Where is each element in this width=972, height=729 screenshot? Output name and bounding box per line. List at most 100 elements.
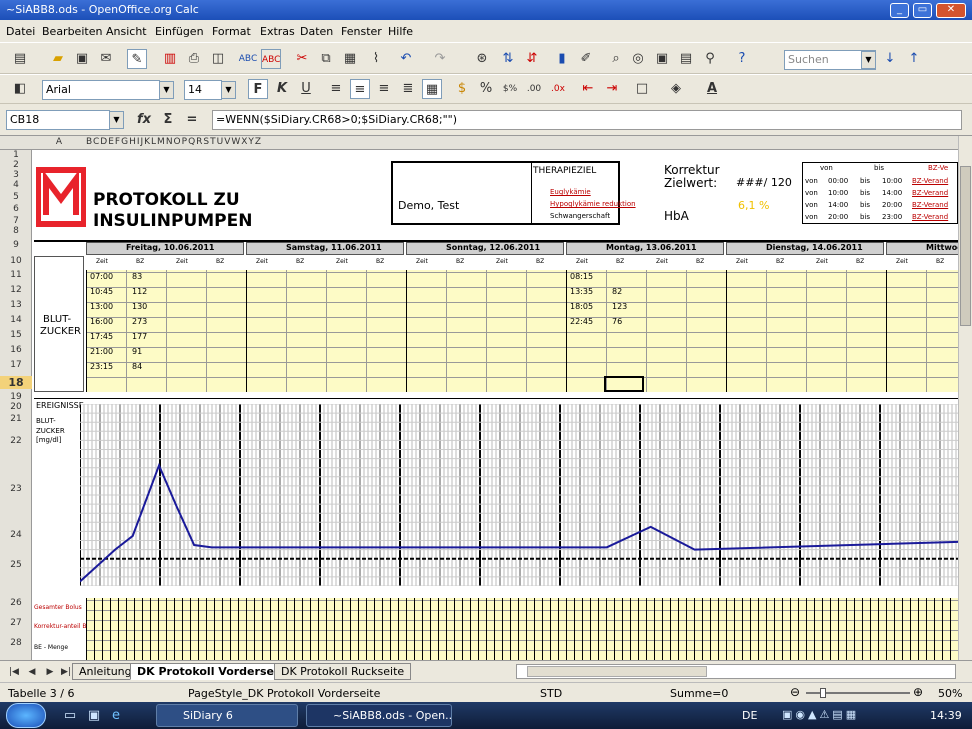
- navigator-icon[interactable]: ◎: [628, 49, 648, 69]
- reading-time[interactable]: 13:00: [90, 302, 113, 311]
- row-number[interactable]: 7: [0, 216, 32, 226]
- reading-time[interactable]: 16:00: [90, 317, 113, 326]
- new-document-icon[interactable]: ▤: [10, 49, 30, 69]
- save-icon[interactable]: ▣: [72, 49, 92, 69]
- day-header-label[interactable]: Mittwoch: [926, 243, 958, 252]
- bz-column[interactable]: [326, 270, 366, 392]
- menu-extras[interactable]: Extras: [260, 25, 295, 38]
- bold-button[interactable]: F: [248, 79, 268, 99]
- zoom-level[interactable]: 50%: [938, 687, 962, 700]
- time-range-from[interactable]: 14:00: [828, 201, 848, 209]
- function-icon[interactable]: =: [182, 110, 202, 130]
- menu-bearbeiten[interactable]: Bearbeiten: [42, 25, 102, 38]
- vertical-scroll-thumb[interactable]: [960, 166, 971, 326]
- reading-value[interactable]: 84: [132, 362, 142, 371]
- bolus-grid[interactable]: [86, 598, 958, 660]
- reading-time[interactable]: 13:35: [570, 287, 593, 296]
- row-number[interactable]: 28: [0, 638, 32, 648]
- help-icon[interactable]: ?: [732, 49, 752, 69]
- reading-value[interactable]: 91: [132, 347, 142, 356]
- reading-time[interactable]: 10:45: [90, 287, 113, 296]
- prev-sheet-icon[interactable]: ◀: [22, 662, 42, 682]
- delete-decimal-icon[interactable]: .0x: [548, 79, 568, 99]
- status-page-style[interactable]: PageStyle_DK Protokoll Vorderseite: [188, 687, 380, 700]
- reading-value[interactable]: 83: [132, 272, 142, 281]
- find-next-icon[interactable]: ↓: [880, 49, 900, 69]
- zoom-slider-handle[interactable]: [820, 688, 826, 698]
- first-sheet-icon[interactable]: |◀: [4, 662, 24, 682]
- row-number[interactable]: 19: [0, 392, 32, 402]
- copy-icon[interactable]: ⧉: [316, 49, 336, 69]
- italic-button[interactable]: K: [272, 79, 292, 99]
- reading-time[interactable]: 21:00: [90, 347, 113, 356]
- menu-fenster[interactable]: Fenster: [341, 25, 382, 38]
- reading-time[interactable]: 18:05: [570, 302, 593, 311]
- vertical-scrollbar[interactable]: [958, 136, 972, 660]
- tray-icons[interactable]: ▣◉▲⚠▤▦: [782, 708, 859, 721]
- hba-value[interactable]: 6,1 %: [738, 199, 769, 212]
- row-number[interactable]: 23: [0, 484, 32, 494]
- time-range-link[interactable]: BZ-Verand: [912, 189, 948, 197]
- bz-column[interactable]: [846, 270, 886, 392]
- email-icon[interactable]: ✉: [96, 49, 116, 69]
- menu-ansicht[interactable]: Ansicht: [106, 25, 147, 38]
- bz-column[interactable]: [646, 270, 686, 392]
- internet-explorer-icon[interactable]: e: [106, 706, 126, 726]
- row-number[interactable]: 20: [0, 402, 32, 412]
- horizontal-scrollbar[interactable]: [516, 664, 956, 679]
- therapy-item-3[interactable]: Schwangerschaft: [550, 212, 610, 220]
- bz-column[interactable]: [686, 270, 726, 392]
- zoom-out-icon[interactable]: ⊖: [790, 685, 800, 699]
- draw-functions-icon[interactable]: ✐: [576, 49, 596, 69]
- time-range-from[interactable]: 10:00: [828, 189, 848, 197]
- spreadsheet-grid[interactable]: A BCDEFGHIJKLMNOPQRSTUVWXYZ 1 2 3 4 5 6 7 8 9 10 1…: [0, 136, 958, 660]
- taskbar-sidiary[interactable]: SiDiary 6: [156, 704, 298, 727]
- undo-icon[interactable]: ↶: [396, 49, 416, 69]
- bz-column[interactable]: [446, 270, 486, 392]
- tab-dk-protokoll-vorderseite[interactable]: DK Protokoll Vorderseite: [130, 663, 298, 680]
- row-number[interactable]: 6: [0, 204, 32, 214]
- row-number[interactable]: 22: [0, 436, 32, 446]
- taskbar-calc[interactable]: ~SiABB8.ods - Open...: [306, 704, 452, 727]
- row-number[interactable]: 1: [0, 150, 32, 160]
- time-range-from[interactable]: 00:00: [828, 177, 848, 185]
- add-decimal-icon[interactable]: .00: [524, 79, 544, 99]
- row-number[interactable]: 18: [0, 376, 32, 389]
- background-color-icon[interactable]: ◈: [666, 79, 686, 99]
- bz-column[interactable]: [246, 270, 286, 392]
- minimize-button[interactable]: _: [890, 3, 909, 18]
- selected-cell[interactable]: [604, 376, 644, 392]
- merge-cells-icon[interactable]: ▦: [422, 79, 442, 99]
- row-number[interactable]: 5: [0, 192, 32, 202]
- row-number[interactable]: 25: [0, 560, 32, 570]
- edit-mode-icon[interactable]: ✎: [127, 49, 147, 69]
- reading-value[interactable]: 112: [132, 287, 147, 296]
- align-left-icon[interactable]: ≡: [326, 79, 346, 99]
- bz-column[interactable]: [726, 270, 766, 392]
- zoom-icon[interactable]: ⚲: [700, 49, 720, 69]
- quicklaunch-explorer-icon[interactable]: ▣: [84, 706, 104, 726]
- hyperlink-icon[interactable]: ⊛: [472, 49, 492, 69]
- input-language[interactable]: DE: [742, 709, 757, 722]
- bz-column[interactable]: [766, 270, 806, 392]
- day-header-label[interactable]: Sonntag, 12.06.2011: [446, 243, 540, 252]
- row-number[interactable]: 27: [0, 618, 32, 628]
- menu-format[interactable]: Format: [212, 25, 251, 38]
- menu-daten[interactable]: Daten: [300, 25, 333, 38]
- autospellcheck-icon[interactable]: ABC: [261, 49, 281, 69]
- row-number[interactable]: 4: [0, 180, 32, 190]
- spellcheck-icon[interactable]: ABC: [238, 49, 258, 69]
- datasource-icon[interactable]: ▤: [676, 49, 696, 69]
- row-number[interactable]: 9: [0, 240, 32, 250]
- bz-column[interactable]: [406, 270, 446, 392]
- font-size-field[interactable]: 14: [184, 80, 222, 100]
- row-number[interactable]: 26: [0, 598, 32, 608]
- row-number[interactable]: 11: [0, 270, 32, 280]
- function-wizard-icon[interactable]: fx: [134, 110, 154, 130]
- name-box-dropdown-icon[interactable]: ▼: [109, 111, 124, 129]
- therapy-item-2[interactable]: Hypoglykämie reduktion: [550, 200, 636, 208]
- row-number[interactable]: 17: [0, 360, 32, 370]
- bz-column[interactable]: [886, 270, 926, 392]
- paste-icon[interactable]: ▦: [340, 49, 360, 69]
- reading-value[interactable]: 130: [132, 302, 147, 311]
